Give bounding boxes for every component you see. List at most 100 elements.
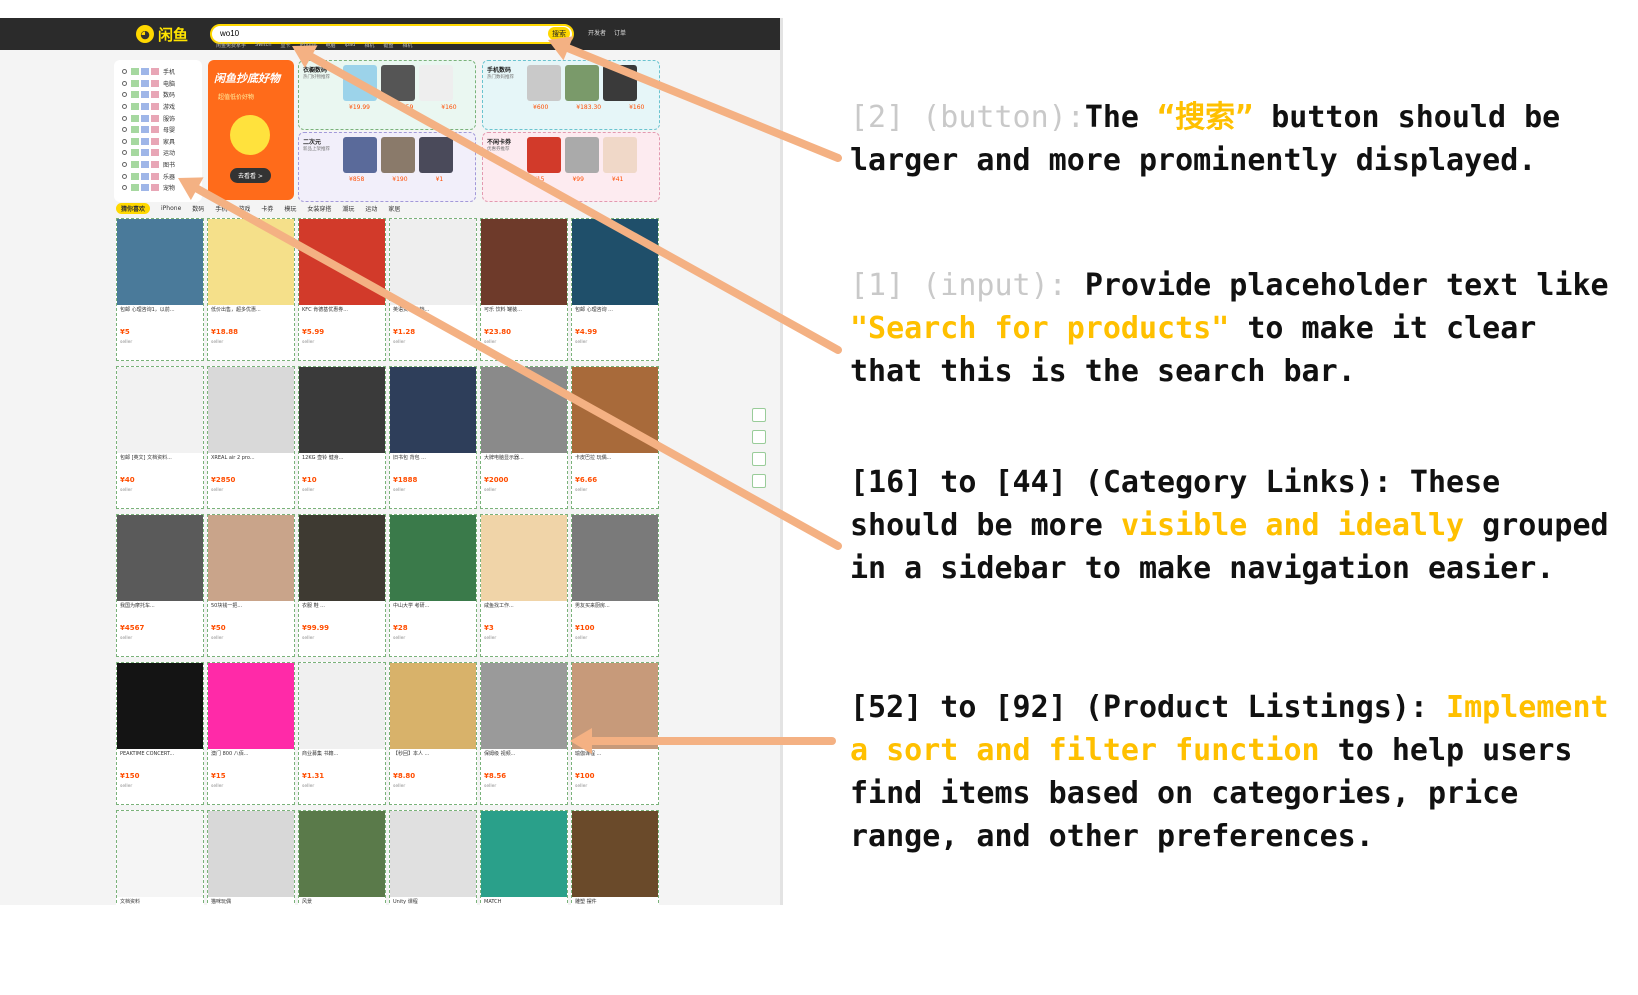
product-card[interactable]: 【秒回】本人 ... ¥8.80 seller [389,662,477,805]
product-title[interactable]: 我国为摩托车... [117,601,203,621]
sidebar-category-row[interactable]: 运动 [122,147,194,159]
product-card[interactable]: 咸鱼找工作... ¥3 seller [480,514,568,657]
product-image[interactable] [208,811,294,897]
back-to-top-icon[interactable] [752,474,766,488]
product-card[interactable]: 包邮 心理咨询 ... ¥4.99 seller [571,218,659,361]
product-card[interactable]: 文档资料¥seller [116,810,204,905]
sidebar-category-row[interactable]: 服饰 [122,112,194,124]
feedback-icon[interactable] [752,452,766,466]
product-image[interactable] [208,219,294,305]
product-title[interactable]: 包邮 [英文] 文档资料... [117,453,203,473]
product-title[interactable]: 文档资料 [117,897,203,905]
hot-word-link[interactable]: 相机 [402,42,412,49]
product-title[interactable]: 可乐 饮料 罐装... [481,305,567,325]
product-thumb[interactable] [527,137,561,173]
product-thumb[interactable] [565,65,599,101]
product-image[interactable] [208,515,294,601]
product-thumb[interactable] [343,65,377,101]
product-title[interactable]: 中山大学 考研... [390,601,476,621]
product-title[interactable]: 商业募集 书籍... [299,749,385,769]
publish-icon[interactable] [752,408,766,422]
seller-name[interactable]: seller [208,484,294,493]
product-image[interactable] [572,515,658,601]
seller-name[interactable]: seller [572,632,658,641]
product-title[interactable]: KFC 肯德基优惠券... [299,305,385,325]
product-image[interactable] [208,663,294,749]
product-title[interactable]: 风景 [299,897,385,905]
product-image[interactable] [299,515,385,601]
product-card[interactable]: PEAKTIME CONCERT... ¥150 seller [116,662,204,805]
product-card[interactable]: XREAL air 2 pro... ¥2850 seller [207,366,295,509]
promo-button[interactable]: 去看看 > [230,168,271,183]
product-title[interactable]: PEAKTIME CONCERT... [117,749,203,769]
product-image[interactable] [481,515,567,601]
product-card[interactable]: 低价出售，超多优惠... ¥18.88 seller [207,218,295,361]
seller-name[interactable]: seller [299,780,385,789]
seller-name[interactable]: seller [481,780,567,789]
seller-name[interactable]: seller [117,632,203,641]
product-title[interactable]: MATCH [481,897,567,905]
product-title[interactable]: 12KG 壶铃 健身... [299,453,385,473]
hot-word-link[interactable]: Ipad [344,42,355,49]
product-card[interactable]: 商业募集 书籍... ¥1.31 seller [298,662,386,805]
seller-name[interactable]: seller [208,780,294,789]
product-card[interactable]: 旧书包 背包 ... ¥1888 seller [389,366,477,509]
search-input[interactable] [220,27,530,40]
product-card[interactable]: 中山大学 考研... ¥28 seller [389,514,477,657]
seller-name[interactable]: seller [390,780,476,789]
seller-name[interactable]: seller [481,632,567,641]
product-image[interactable] [481,367,567,453]
product-card[interactable]: 衣服 鞋 ... ¥99.99 seller [298,514,386,657]
product-image[interactable] [481,811,567,897]
hot-word-link[interactable]: 相机 [364,42,374,49]
product-card[interactable]: 包邮 心理咨询1，以前... ¥5 seller [116,218,204,361]
product-card[interactable]: MATCH¥seller [480,810,568,905]
feed-tab[interactable]: 模玩 [284,204,296,213]
feed-tab[interactable]: 游戏 [238,204,250,213]
product-thumb[interactable] [527,65,561,101]
product-card[interactable]: KFC 肯德基优惠券... ¥5.99 seller [298,218,386,361]
product-card[interactable]: 卡皮巴拉 玩偶... ¥6.66 seller [571,366,659,509]
product-card[interactable]: 大牌电脑显示器... ¥2000 seller [480,366,568,509]
feed-tab[interactable]: 女装穿搭 [307,204,331,213]
seller-name[interactable]: seller [117,780,203,789]
product-thumb[interactable] [381,137,415,173]
hot-word-link[interactable]: Switch [255,42,272,49]
product-image[interactable] [481,663,567,749]
product-title[interactable]: 保姆级 视频... [481,749,567,769]
product-image[interactable] [117,367,203,453]
product-image[interactable] [117,811,203,897]
product-image[interactable] [117,663,203,749]
product-title[interactable]: 咸鱼找工作... [481,601,567,621]
top-link-developer[interactable]: 开发者 [588,28,606,37]
feed-tab[interactable]: 猜你喜欢 [116,202,151,214]
product-image[interactable] [390,515,476,601]
product-image[interactable] [117,219,203,305]
product-image[interactable] [572,663,658,749]
product-thumb[interactable] [419,65,453,101]
search-button[interactable]: 搜索 [548,27,570,40]
seller-name[interactable]: seller [117,484,203,493]
feed-tab[interactable]: 卡券 [261,204,273,213]
product-title[interactable]: Unity 课程 [390,897,476,905]
seller-name[interactable]: seller [208,632,294,641]
hot-word-link[interactable]: 键盘 [383,42,393,49]
product-image[interactable] [572,811,658,897]
product-card[interactable]: 瑜伽课程 ... ¥100 seller [571,662,659,805]
feed-tab[interactable]: iPhone [161,205,181,212]
message-icon[interactable] [752,430,766,444]
seller-name[interactable]: seller [208,336,294,345]
top-link-orders[interactable]: 订单 [614,28,626,37]
sidebar-category-row[interactable]: 电脑 [122,78,194,90]
logo[interactable]: ◕ 闲鱼 [136,24,188,44]
category-card-coupons[interactable]: 不闲卡券 优惠券推荐 ¥15 ¥99 ¥41 [482,132,660,202]
hot-word-link[interactable]: 电脑 [325,42,335,49]
product-image[interactable] [390,811,476,897]
product-title[interactable]: 旧书包 背包 ... [390,453,476,473]
product-title[interactable]: 衣服 鞋 ... [299,601,385,621]
product-image[interactable] [208,367,294,453]
sidebar-category-row[interactable]: 乐器 [122,170,194,182]
product-card[interactable]: 12KG 壶铃 健身... ¥10 seller [298,366,386,509]
category-card-wardrobe[interactable]: 衣橱数码 热门好物推荐 ¥19.99 ¥259 ¥160 [298,60,476,130]
product-image[interactable] [572,219,658,305]
